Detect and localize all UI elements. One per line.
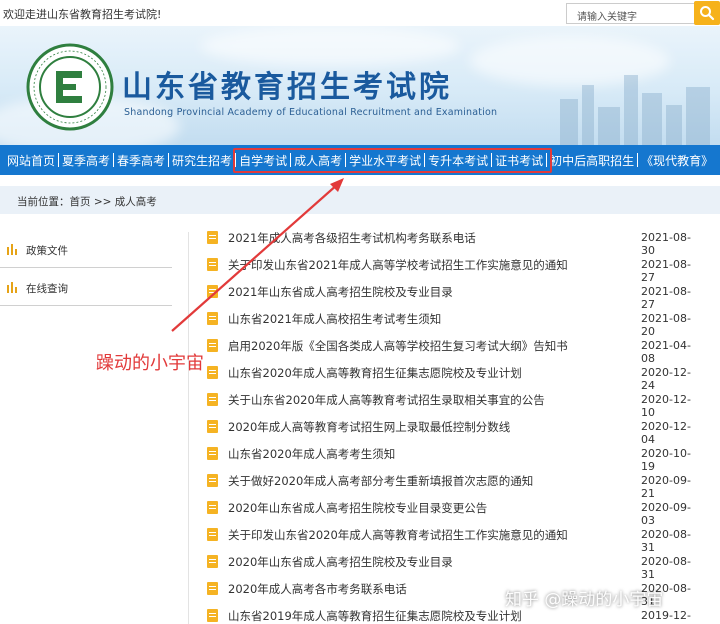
nav-vocational-admission[interactable]: 初中后高职招生 <box>547 152 637 169</box>
article-title[interactable]: 2020年成人高考各市考务联系电话 <box>228 581 407 597</box>
document-icon <box>207 312 218 325</box>
sidebar-item-policy[interactable]: 政策文件 <box>0 230 172 268</box>
breadcrumb-path[interactable]: 首页 >> 成人高考 <box>70 196 157 208</box>
sidebar-item-query[interactable]: 在线查询 <box>0 268 172 306</box>
search-button[interactable] <box>694 1 720 25</box>
header-banner: 山东省教育招生考试院 Shandong Provincial Academy o… <box>0 26 720 145</box>
article-list: 2021年成人高考各级招生考试机构考务联系电话 2021-08-30 关于印发山东… <box>204 226 704 624</box>
document-icon <box>207 366 218 379</box>
nav-modern-education[interactable]: 《现代教育》 <box>638 152 716 169</box>
list-item[interactable]: 启用2020年版《全国各类成人高等学校招生复习考试大纲》告知书 2021-04-0… <box>204 334 704 365</box>
annotation-highlight-box <box>233 148 552 173</box>
article-title[interactable]: 2021年山东省成人高考招生院校及专业目录 <box>228 284 453 300</box>
list-item[interactable]: 2020年成人高等教育考试招生网上录取最低控制分数线 2020-12-04 <box>204 415 704 446</box>
nav-spring-exam[interactable]: 春季高考 <box>114 152 168 169</box>
search-input[interactable]: 请输入关键字 <box>566 3 696 24</box>
list-item[interactable]: 2020年山东省成人高考招生院校专业目录变更公告 2020-09-03 <box>204 496 704 527</box>
document-icon <box>207 393 218 406</box>
document-icon <box>207 528 218 541</box>
welcome-text: 欢迎走进山东省教育招生考试院! <box>3 8 162 21</box>
bar-chart-icon <box>7 244 17 255</box>
article-title[interactable]: 山东省2019年成人高等教育招生征集志愿院校及专业计划 <box>228 608 522 624</box>
article-title[interactable]: 关于山东省2020年成人高等教育考试招生录取相关事宜的公告 <box>228 392 545 408</box>
search-icon <box>700 6 715 21</box>
list-item[interactable]: 关于印发山东省2020年成人高等教育考试招生工作实施意见的通知 2020-08-3… <box>204 523 704 554</box>
annotation-label: 躁动的小宇宙 <box>96 353 204 374</box>
article-title[interactable]: 启用2020年版《全国各类成人高等学校招生复习考试大纲》告知书 <box>228 338 568 354</box>
nav-home[interactable]: 网站首页 <box>4 152 58 169</box>
article-title[interactable]: 2020年成人高等教育考试招生网上录取最低控制分数线 <box>228 419 510 435</box>
document-icon <box>207 420 218 433</box>
document-icon <box>207 582 218 595</box>
sidebar-item-label: 在线查询 <box>26 283 68 295</box>
list-item[interactable]: 2021年成人高考各级招生考试机构考务联系电话 2021-08-30 <box>204 226 704 257</box>
sidebar: 政策文件 在线查询 <box>0 230 172 306</box>
article-title[interactable]: 山东省2020年成人高等教育招生征集志愿院校及专业计划 <box>228 365 522 381</box>
breadcrumb: 当前位置：首页 >> 成人高考 <box>0 186 720 214</box>
nav-graduate-exam[interactable]: 研究生招考 <box>169 152 235 169</box>
document-icon <box>207 285 218 298</box>
academy-logo[interactable] <box>26 43 114 131</box>
list-item[interactable]: 山东省2020年成人高考考生须知 2020-10-19 <box>204 442 704 473</box>
list-item[interactable]: 山东省2021年成人高校招生考试考生须知 2021-08-20 <box>204 307 704 338</box>
site-title: 山东省教育招生考试院 <box>122 70 452 105</box>
article-title[interactable]: 关于印发山东省2021年成人高等学校考试招生工作实施意见的通知 <box>228 257 568 273</box>
article-title[interactable]: 2021年成人高考各级招生考试机构考务联系电话 <box>228 230 476 246</box>
document-icon <box>207 231 218 244</box>
document-icon <box>207 609 218 622</box>
article-title[interactable]: 2020年山东省成人高考招生院校及专业目录 <box>228 554 453 570</box>
sidebar-item-label: 政策文件 <box>26 245 68 257</box>
list-item[interactable]: 关于印发山东省2021年成人高等学校考试招生工作实施意见的通知 2021-08-2… <box>204 253 704 284</box>
list-item[interactable]: 2020年山东省成人高考招生院校及专业目录 2020-08-31 <box>204 550 704 581</box>
article-date: 2019-12-19 <box>641 609 691 624</box>
breadcrumb-label: 当前位置： <box>17 196 70 208</box>
column-divider <box>188 232 189 624</box>
nav-summer-exam[interactable]: 夏季高考 <box>59 152 113 169</box>
bar-chart-icon <box>7 282 17 293</box>
article-title[interactable]: 2020年山东省成人高考招生院校专业目录变更公告 <box>228 500 487 516</box>
list-item[interactable]: 关于山东省2020年成人高等教育考试招生录取相关事宜的公告 2020-12-10 <box>204 388 704 419</box>
site-subtitle: Shandong Provincial Academy of Education… <box>124 107 498 118</box>
list-item[interactable]: 2021年山东省成人高考招生院校及专业目录 2021-08-27 <box>204 280 704 311</box>
document-icon <box>207 474 218 487</box>
document-icon <box>207 555 218 568</box>
document-icon <box>207 501 218 514</box>
article-title[interactable]: 山东省2020年成人高考考生须知 <box>228 446 395 462</box>
list-item[interactable]: 山东省2020年成人高等教育招生征集志愿院校及专业计划 2020-12-24 <box>204 361 704 392</box>
article-title[interactable]: 山东省2021年成人高校招生考试考生须知 <box>228 311 441 327</box>
top-bar: 欢迎走进山东省教育招生考试院! 请输入关键字 <box>0 0 720 26</box>
document-icon <box>207 258 218 271</box>
watermark: 知乎 @躁动的小宇宙 <box>505 590 664 610</box>
article-title[interactable]: 关于做好2020年成人高考部分考生重新填报首次志愿的通知 <box>228 473 533 489</box>
article-title[interactable]: 关于印发山东省2020年成人高等教育考试招生工作实施意见的通知 <box>228 527 568 543</box>
document-icon <box>207 447 218 460</box>
document-icon <box>207 339 218 352</box>
list-item[interactable]: 关于做好2020年成人高考部分考生重新填报首次志愿的通知 2020-09-21 <box>204 469 704 500</box>
